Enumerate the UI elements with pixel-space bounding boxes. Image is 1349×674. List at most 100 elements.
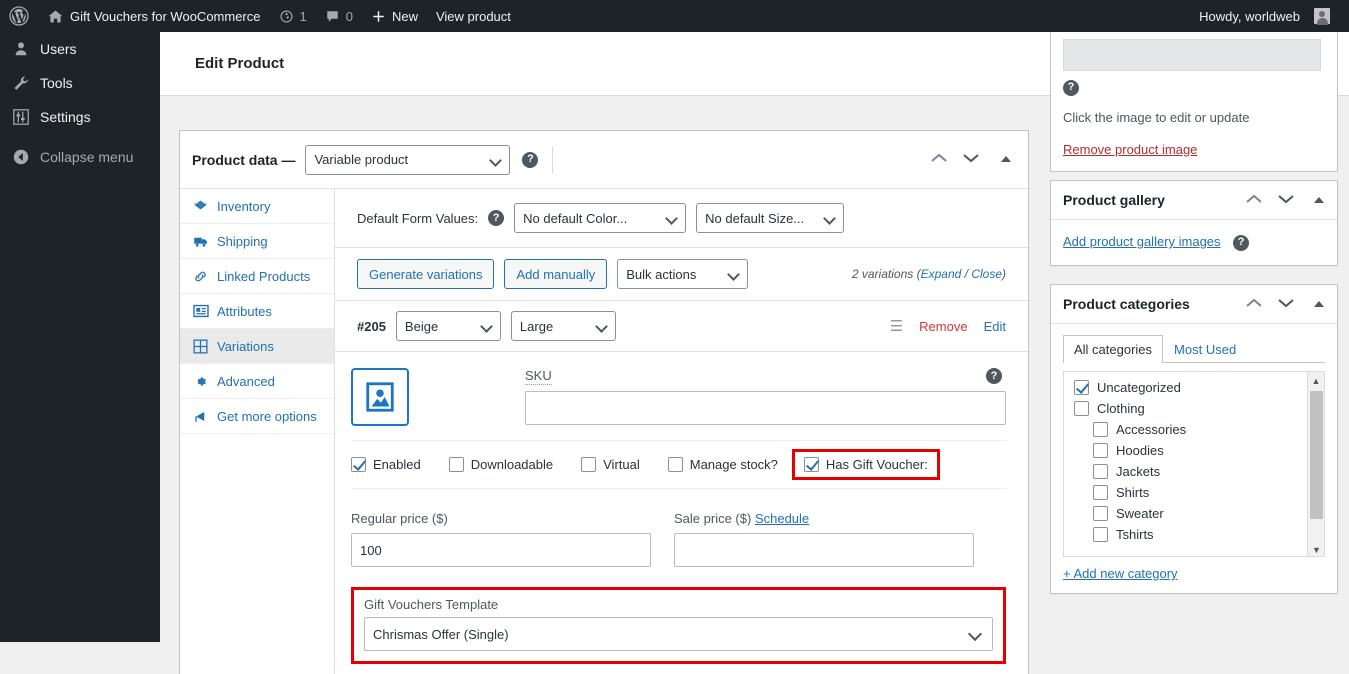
tab-all-categories[interactable]: All categories <box>1063 335 1164 363</box>
tab-attributes[interactable]: Attributes <box>180 294 334 329</box>
move-down-icon[interactable] <box>1277 297 1295 312</box>
edit-variation-link[interactable]: Edit <box>984 319 1006 334</box>
tab-label: Linked Products <box>217 268 311 284</box>
category-item-hoodies[interactable]: Hoodies <box>1074 443 1324 458</box>
featured-image-preview[interactable] <box>1063 39 1321 71</box>
featured-image-help-row: ? <box>1063 78 1325 96</box>
category-item-tshirts[interactable]: Tshirts <box>1074 527 1324 542</box>
regular-price-input[interactable] <box>351 533 651 567</box>
tab-inventory[interactable]: Inventory <box>180 189 334 224</box>
bulk-actions-select[interactable]: Bulk actions <box>617 259 749 289</box>
sku-input[interactable] <box>525 391 1006 425</box>
category-item-accessories[interactable]: Accessories <box>1074 422 1324 437</box>
tab-advanced[interactable]: Advanced <box>180 364 334 399</box>
checkbox-box <box>1093 527 1108 542</box>
checkbox-box <box>1093 506 1108 521</box>
link-icon <box>192 268 209 284</box>
virtual-checkbox[interactable]: Virtual <box>581 457 640 472</box>
tab-label: Variations <box>217 338 274 354</box>
new-content-menu[interactable]: New <box>362 0 427 32</box>
tab-get-more-options[interactable]: Get more options <box>180 399 334 434</box>
variations-toolbar: Generate variations Add manually Bulk ac… <box>335 248 1028 301</box>
sku-block: SKU ? <box>525 368 1006 425</box>
default-size-select[interactable]: No default Size... <box>696 203 845 233</box>
category-item-clothing[interactable]: Clothing <box>1074 401 1324 416</box>
variation-image-placeholder[interactable] <box>351 368 409 426</box>
variation-id: #205 <box>357 318 386 334</box>
sidebar-item-users[interactable]: Users <box>0 32 160 66</box>
remove-product-image-link[interactable]: Remove product image <box>1063 142 1197 157</box>
toggle-panel-icon[interactable] <box>1313 193 1325 208</box>
move-down-icon[interactable] <box>962 152 980 167</box>
has-gift-voucher-checkbox[interactable]: Has Gift Voucher: <box>803 457 928 472</box>
product-categories-title: Product categories <box>1063 296 1190 312</box>
site-name-menu[interactable]: Gift Vouchers for WooCommerce <box>38 0 270 32</box>
sidebar-item-tools[interactable]: Tools <box>0 66 160 100</box>
default-form-values-help-icon[interactable]: ? <box>488 210 505 226</box>
product-gallery-help-icon[interactable]: ? <box>1233 234 1250 251</box>
add-new-category-link[interactable]: + Add new category <box>1063 566 1178 581</box>
product-type-help-icon[interactable]: ? <box>522 151 539 168</box>
product-gallery-title: Product gallery <box>1063 192 1165 208</box>
product-type-select[interactable]: Variable product <box>305 144 511 175</box>
sidebar-item-settings[interactable]: Settings <box>0 100 160 134</box>
comments-menu[interactable]: 0 <box>316 0 362 32</box>
remove-variation-link[interactable]: Remove <box>919 319 967 334</box>
category-item-uncategorized[interactable]: Uncategorized <box>1074 380 1324 395</box>
move-up-icon[interactable] <box>1245 297 1263 312</box>
my-account-menu[interactable]: Howdy, worldweb <box>1190 0 1339 32</box>
move-up-icon[interactable] <box>930 152 948 167</box>
manage-stock-checkbox[interactable]: Manage stock? <box>667 457 778 472</box>
sale-price-col: Sale price ($) Schedule <box>674 511 974 567</box>
category-item-jackets[interactable]: Jackets <box>1074 464 1324 479</box>
add-manually-button[interactable]: Add manually <box>504 259 608 289</box>
scrollbar-thumb[interactable] <box>1310 391 1323 519</box>
variation-size-select[interactable]: Large <box>510 311 616 341</box>
variation-header-row: #205 Beige Large ☰ Remove Edit <box>335 301 1028 352</box>
wordpress-icon <box>9 6 29 26</box>
downloadable-checkbox[interactable]: Downloadable <box>448 457 553 472</box>
page-title: Edit Product <box>195 55 285 72</box>
megaphone-icon <box>192 408 209 424</box>
tab-most-used[interactable]: Most Used <box>1163 335 1247 363</box>
toggle-panel-icon[interactable] <box>1000 152 1012 167</box>
sidebar-collapse-label: Collapse menu <box>40 149 134 165</box>
sale-price-input[interactable] <box>674 533 974 567</box>
featured-image-help-icon[interactable]: ? <box>1063 79 1079 96</box>
drag-handle-icon[interactable]: ☰ <box>890 317 903 335</box>
scroll-down-arrow-icon[interactable]: ▼ <box>1308 541 1324 556</box>
schedule-link[interactable]: Schedule <box>755 511 809 526</box>
generate-variations-button[interactable]: Generate variations <box>357 259 495 289</box>
enabled-checkbox[interactable]: Enabled <box>351 457 421 472</box>
scroll-up-arrow-icon[interactable]: ▲ <box>1308 372 1324 389</box>
admin-bar-right: Howdy, worldweb <box>1190 0 1349 32</box>
move-up-icon[interactable] <box>1245 193 1263 208</box>
view-product-menu[interactable]: View product <box>427 0 520 32</box>
default-form-values-label: Default Form Values: <box>357 210 479 226</box>
gift-voucher-template-label: Gift Vouchers Template <box>364 597 499 612</box>
updates-count: 1 <box>299 8 307 24</box>
category-item-shirts[interactable]: Shirts <box>1074 485 1324 500</box>
category-label: Uncategorized <box>1097 380 1181 395</box>
sale-price-label: Sale price ($) Schedule <box>674 511 974 526</box>
plus-icon <box>373 10 384 22</box>
wordpress-logo-menu[interactable] <box>0 0 38 32</box>
sidebar-collapse-menu[interactable]: Collapse menu <box>0 140 160 174</box>
expand-link[interactable]: Expand <box>921 267 962 281</box>
move-down-icon[interactable] <box>1277 193 1295 208</box>
category-item-sweater[interactable]: Sweater <box>1074 506 1324 521</box>
regular-price-label: Regular price ($) <box>351 511 448 526</box>
tab-shipping[interactable]: Shipping <box>180 224 334 259</box>
category-list-scrollbar[interactable]: ▲ ▼ <box>1307 372 1324 556</box>
variation-color-select[interactable]: Beige <box>395 311 501 341</box>
regular-price-col: Regular price ($) <box>351 511 651 567</box>
tab-linked-products[interactable]: Linked Products <box>180 259 334 294</box>
gift-voucher-template-select[interactable]: Chrismas Offer (Single) <box>364 617 993 651</box>
sku-help-icon[interactable]: ? <box>986 368 1002 384</box>
close-link[interactable]: Close <box>971 267 1002 281</box>
updates-menu[interactable]: 1 <box>270 0 316 32</box>
add-product-gallery-images-link[interactable]: Add product gallery images <box>1063 234 1221 249</box>
tab-variations[interactable]: Variations <box>180 329 334 364</box>
toggle-panel-icon[interactable] <box>1313 297 1325 312</box>
default-color-select[interactable]: No default Color... <box>514 203 687 233</box>
